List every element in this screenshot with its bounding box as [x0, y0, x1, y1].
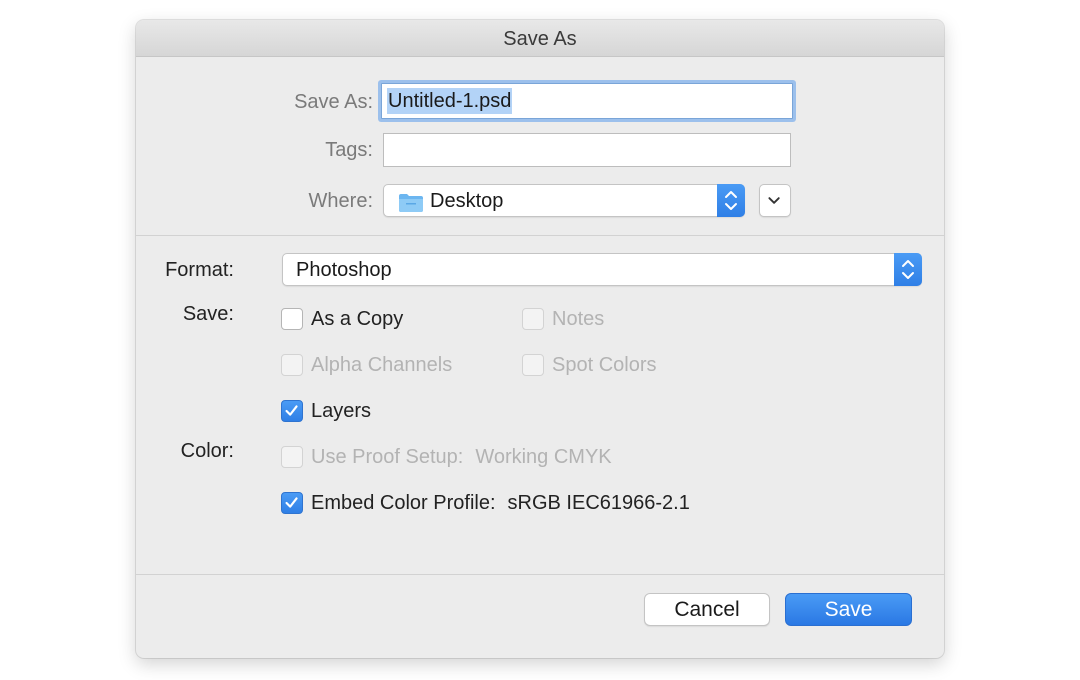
filename-field[interactable]: Untitled-1.psd	[381, 83, 793, 119]
up-down-chevron-icon	[717, 184, 745, 217]
format-popup[interactable]: Photoshop	[282, 253, 922, 286]
up-down-chevron-icon	[894, 253, 922, 286]
save-options-label: Save:	[182, 303, 234, 325]
color-profile-value: sRGB IEC61966-2.1	[507, 492, 690, 514]
save-button[interactable]: Save	[785, 593, 912, 626]
expand-button[interactable]	[759, 184, 791, 217]
tags-label: Tags:	[325, 139, 373, 161]
use-proof-setup-label: Use Proof Setup: Working CMYK	[311, 444, 612, 470]
where-popup[interactable]: Desktop	[383, 184, 745, 217]
format-label: Format:	[165, 259, 234, 281]
notes-checkbox[interactable]	[522, 308, 544, 330]
proof-setup-value: Working CMYK	[475, 446, 612, 468]
cancel-button[interactable]: Cancel	[644, 593, 770, 626]
embed-color-profile-label: Embed Color Profile: sRGB IEC61966-2.1	[311, 490, 690, 516]
spot-colors-checkbox[interactable]	[522, 354, 544, 376]
as-a-copy-checkbox[interactable]	[281, 308, 303, 330]
chevron-down-icon	[768, 197, 780, 204]
save-as-label: Save As:	[294, 91, 373, 113]
alpha-channels-checkbox[interactable]	[281, 354, 303, 376]
alpha-channels-label: Alpha Channels	[311, 354, 453, 376]
use-proof-setup-text: Use Proof Setup:	[311, 446, 464, 468]
separator-bottom	[136, 574, 944, 575]
separator-top	[136, 235, 944, 236]
dialog-title: Save As	[136, 20, 944, 57]
color-options-label: Color:	[180, 440, 234, 462]
folder-icon	[399, 194, 423, 212]
layers-label: Layers	[311, 400, 372, 422]
save-as-dialog: Save As Save As: Untitled-1.psd Tags: Wh…	[136, 20, 944, 658]
tags-field[interactable]	[383, 133, 791, 167]
use-proof-setup-checkbox[interactable]	[281, 446, 303, 468]
notes-label: Notes	[552, 308, 605, 330]
embed-color-profile-text: Embed Color Profile:	[311, 492, 496, 514]
where-value: Desktop	[430, 190, 504, 212]
as-a-copy-label: As a Copy	[311, 308, 404, 330]
checkmark-icon	[285, 497, 298, 508]
checkmark-icon	[285, 405, 298, 416]
filename-value: Untitled-1.psd	[387, 88, 513, 114]
where-label: Where:	[308, 190, 373, 212]
format-value: Photoshop	[296, 259, 392, 281]
spot-colors-label: Spot Colors	[552, 354, 657, 376]
embed-color-profile-checkbox[interactable]	[281, 492, 303, 514]
layers-checkbox[interactable]	[281, 400, 303, 422]
